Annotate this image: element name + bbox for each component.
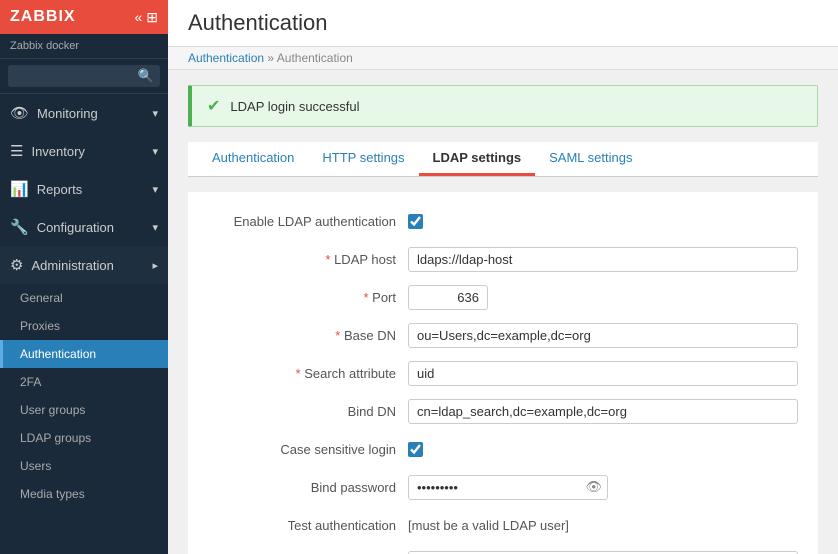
breadcrumb: Authentication » Authentication [168, 47, 838, 70]
tabs-bar: Authentication HTTP settings LDAP settin… [188, 142, 818, 177]
sidebar-item-monitoring[interactable]: 👁 Monitoring ▾ [0, 94, 168, 132]
sidebar-item-inventory[interactable]: ☰ Inventory ▾ [0, 132, 168, 170]
ldap-host-label: * LDAP host [208, 252, 408, 267]
bind-password-label: Bind password [208, 480, 408, 495]
login-row: * Login [208, 549, 798, 554]
monitoring-icon: 👁 [10, 104, 29, 122]
inventory-arrow: ▾ [152, 145, 158, 158]
ldap-host-row: * LDAP host [208, 245, 798, 273]
search-icon: 🔍 [138, 68, 154, 84]
configuration-icon: 🔧 [10, 218, 29, 236]
sidebar-controls: « ⊞ [134, 9, 158, 26]
sidebar-sub-media-types[interactable]: Media types [0, 480, 168, 508]
breadcrumb-current: Authentication [277, 51, 353, 65]
sidebar-sub-authentication[interactable]: Authentication [0, 340, 168, 368]
form-container: Enable LDAP authentication * LDAP host *… [188, 192, 818, 554]
sidebar-sub-users[interactable]: Users [0, 452, 168, 480]
inventory-icon: ☰ [10, 142, 23, 160]
page-title: Authentication [188, 10, 327, 36]
tab-saml-settings[interactable]: SAML settings [535, 142, 646, 176]
port-input[interactable] [408, 285, 488, 310]
success-icon: ✔ [207, 96, 220, 116]
base-dn-row: * Base DN [208, 321, 798, 349]
sidebar-item-reports[interactable]: 📊 Reports ▾ [0, 170, 168, 208]
configuration-arrow: ▾ [152, 221, 158, 234]
case-sensitive-checkbox[interactable] [408, 442, 423, 457]
enable-ldap-checkbox[interactable] [408, 214, 423, 229]
bind-password-row: Bind password 👁 [208, 473, 798, 501]
sidebar-item-configuration-label: Configuration [37, 220, 114, 235]
port-label: * Port [208, 290, 408, 305]
tab-ldap-settings[interactable]: LDAP settings [419, 142, 536, 176]
sidebar-item-inventory-label: Inventory [31, 144, 84, 159]
enable-ldap-row: Enable LDAP authentication [208, 207, 798, 235]
sidebar-search-area: 🔍 [0, 59, 168, 94]
sidebar-item-configuration[interactable]: 🔧 Configuration ▾ [0, 208, 168, 246]
base-dn-input[interactable] [408, 323, 798, 348]
menu-icon[interactable]: ⊞ [146, 9, 158, 26]
sidebar-item-administration[interactable]: ⚙ Administration ▸ [0, 246, 168, 284]
test-auth-note: [must be a valid LDAP user] [408, 518, 569, 533]
enable-ldap-label: Enable LDAP authentication [208, 214, 408, 229]
test-auth-label: Test authentication [208, 518, 408, 533]
search-attr-row: * Search attribute [208, 359, 798, 387]
collapse-icon[interactable]: « [134, 9, 142, 26]
tab-http-settings[interactable]: HTTP settings [308, 142, 418, 176]
reports-arrow: ▾ [152, 183, 158, 196]
ldap-host-input[interactable] [408, 247, 798, 272]
bind-password-input[interactable] [408, 475, 608, 500]
sidebar-sub-ldap-groups[interactable]: LDAP groups [0, 424, 168, 452]
reports-icon: 📊 [10, 180, 29, 198]
administration-icon: ⚙ [10, 256, 23, 274]
sidebar-sub-proxies[interactable]: Proxies [0, 312, 168, 340]
sidebar-sub-user-groups[interactable]: User groups [0, 396, 168, 424]
case-sensitive-label: Case sensitive login [208, 442, 408, 457]
base-dn-label: * Base DN [208, 328, 408, 343]
sidebar-logo: ZABBIX [10, 8, 76, 26]
main-content: Authentication Authentication » Authenti… [168, 0, 838, 554]
sidebar-sub-general[interactable]: General [0, 284, 168, 312]
sidebar-item-reports-label: Reports [37, 182, 83, 197]
port-row: * Port [208, 283, 798, 311]
sidebar-item-administration-label: Administration [31, 258, 113, 273]
content-area: ✔ LDAP login successful Authentication H… [168, 70, 838, 554]
breadcrumb-parent[interactable]: Authentication [188, 51, 264, 65]
required-star: * [325, 252, 334, 267]
search-attr-input[interactable] [408, 361, 798, 386]
sidebar: ZABBIX « ⊞ Zabbix docker 🔍 👁 Monitoring … [0, 0, 168, 554]
tab-authentication[interactable]: Authentication [198, 142, 308, 176]
breadcrumb-separator: » [267, 51, 276, 65]
test-auth-row: Test authentication [must be a valid LDA… [208, 511, 798, 539]
eye-icon[interactable]: 👁 [585, 479, 602, 495]
bind-dn-label: Bind DN [208, 404, 408, 419]
case-sensitive-row: Case sensitive login [208, 435, 798, 463]
sidebar-header: ZABBIX « ⊞ [0, 0, 168, 34]
bind-dn-row: Bind DN [208, 397, 798, 425]
monitoring-arrow: ▾ [152, 107, 158, 120]
page-header: Authentication [168, 0, 838, 47]
bind-dn-input[interactable] [408, 399, 798, 424]
sidebar-user: Zabbix docker [0, 34, 168, 59]
success-message: ✔ LDAP login successful [188, 85, 818, 127]
bind-password-wrap: 👁 [408, 475, 608, 500]
success-text: LDAP login successful [230, 99, 359, 114]
search-attr-label: * Search attribute [208, 366, 408, 381]
sidebar-item-monitoring-label: Monitoring [37, 106, 98, 121]
sidebar-sub-2fa[interactable]: 2FA [0, 368, 168, 396]
administration-arrow: ▸ [152, 259, 158, 272]
login-input[interactable] [408, 551, 798, 554]
